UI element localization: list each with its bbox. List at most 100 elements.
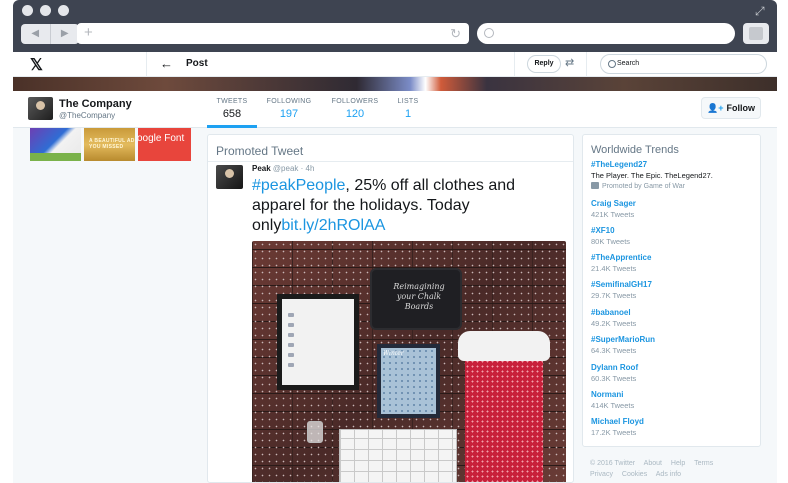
reply-button[interactable]: Reply	[527, 55, 561, 73]
stat-lists[interactable]: LISTS 1	[393, 98, 423, 120]
new-tab-icon[interactable]: +	[84, 25, 93, 41]
tweet-meta: Peak @peak · 4h	[252, 164, 314, 173]
trend-name[interactable]: #TheApprentice	[591, 253, 759, 262]
trend-count: 17.2K Tweets	[591, 428, 637, 437]
trend-description: The Player. The Epic. TheLegend27.	[591, 171, 713, 180]
trend-count: 64.3K Tweets	[591, 346, 637, 355]
trend-item[interactable]: Michael Floyd 17.2K Tweets	[591, 417, 759, 437]
address-bar[interactable]: + ↻	[77, 23, 469, 44]
footer-link[interactable]: © 2016 Twitter	[590, 460, 635, 467]
frame-insert: Winter	[381, 348, 436, 414]
frame-text: Winter	[383, 350, 404, 357]
avatar[interactable]	[28, 97, 53, 120]
stat-label: FOLLOWING	[266, 98, 312, 105]
back-arrow-icon[interactable]: ←	[160, 56, 173, 71]
thumbnail-text: oogle Font	[138, 133, 185, 144]
extension-icon	[749, 27, 763, 40]
trend-name[interactable]: Michael Floyd	[591, 417, 759, 426]
promoted-label: Promoted by Game of War	[602, 183, 685, 190]
trend-promoted: Promoted by Game of War	[591, 182, 759, 190]
christmas-stocking	[458, 331, 550, 482]
page-title: Post	[186, 58, 208, 69]
footer-link[interactable]: Help	[671, 460, 685, 467]
url-link[interactable]: bit.ly/2hROlAA	[281, 217, 385, 234]
browser-forward-button[interactable]: ▶	[51, 24, 80, 44]
reload-icon[interactable]: ↻	[450, 26, 461, 42]
search-input[interactable]: Search	[600, 54, 767, 74]
trend-name[interactable]: #babanoel	[591, 308, 759, 317]
top-bar: 𝕏 ← Post Reply ⇄ Search	[13, 52, 777, 77]
checklist-mark	[288, 323, 294, 327]
media-thumbnail[interactable]	[30, 128, 81, 161]
profile-banner-image	[13, 77, 777, 91]
trend-name[interactable]: Normani	[591, 390, 759, 399]
tweet-author[interactable]: Peak	[252, 164, 271, 173]
trend-name[interactable]: Dylann Roof	[591, 363, 759, 372]
footer-link[interactable]: Terms	[694, 460, 713, 467]
footer-row: © 2016 Twitter About Help Terms	[590, 458, 760, 469]
browser-back-button[interactable]: ◀	[21, 24, 51, 44]
trend-count: 80K Tweets	[591, 237, 631, 246]
footer-link[interactable]: Ads info	[656, 471, 681, 478]
stat-followers[interactable]: FOLLOWERS 120	[327, 98, 383, 120]
hashtag-link[interactable]: #peakPeople	[252, 177, 345, 194]
follow-label: Follow	[726, 103, 755, 113]
stat-tweets[interactable]: TWEETS 658	[207, 98, 257, 120]
stat-label: LISTS	[397, 98, 419, 105]
picture-frame	[277, 294, 359, 390]
tweet-image[interactable]: Reimagining your Chalk Boards Winter	[252, 241, 566, 482]
trend-item[interactable]: #SuperMarioRun 64.3K Tweets	[591, 335, 759, 355]
trend-item[interactable]: #TheApprentice 21.4K Tweets	[591, 253, 759, 273]
footer-link[interactable]: Privacy	[590, 471, 613, 478]
trend-name[interactable]: #SuperMarioRun	[591, 335, 759, 344]
trend-item[interactable]: #babanoel 49.2K Tweets	[591, 308, 759, 328]
divider	[586, 52, 587, 77]
divider	[514, 52, 515, 77]
section-title: Promoted Tweet	[216, 144, 304, 158]
trend-item[interactable]: Normani 414K Tweets	[591, 390, 759, 410]
search-icon	[484, 28, 494, 38]
stat-following[interactable]: FOLLOWING 197	[263, 98, 315, 120]
trend-item[interactable]: #TheLegend27 The Player. The Epic. TheLe…	[591, 160, 759, 190]
stat-label: FOLLOWERS	[331, 98, 379, 105]
trend-item[interactable]: #XF10 80K Tweets	[591, 226, 759, 246]
footer-links: © 2016 Twitter About Help Terms Privacy …	[590, 458, 760, 480]
trend-count: 49.2K Tweets	[591, 319, 637, 328]
trend-name[interactable]: #SemifinalGH17	[591, 280, 759, 289]
trend-item[interactable]: #SemifinalGH17 29.7K Tweets	[591, 280, 759, 300]
trend-name[interactable]: #XF10	[591, 226, 759, 235]
trend-count: 421K Tweets	[591, 210, 635, 219]
trend-name[interactable]: #TheLegend27	[591, 160, 759, 169]
avatar[interactable]	[216, 165, 243, 189]
trend-item[interactable]: Craig Sager 421K Tweets	[591, 199, 759, 219]
follow-button[interactable]: 👤+ Follow	[701, 97, 761, 119]
jar	[307, 421, 323, 443]
profile-name[interactable]: The Company	[59, 98, 132, 110]
extension-button[interactable]	[743, 23, 769, 44]
checklist-mark	[288, 353, 294, 357]
window-minimize-dot[interactable]	[40, 5, 51, 16]
fullscreen-icon[interactable]: ⤢	[755, 4, 765, 19]
footer-link[interactable]: Cookies	[622, 471, 647, 478]
picture-frame: Winter	[377, 344, 440, 418]
window-close-dot[interactable]	[22, 5, 33, 16]
trend-item[interactable]: Dylann Roof 60.3K Tweets	[591, 363, 759, 383]
footer-link[interactable]: About	[644, 460, 662, 467]
window-zoom-dot[interactable]	[58, 5, 69, 16]
stat-value: 658	[222, 108, 242, 120]
trends-panel: Worldwide Trends #TheLegend27 The Player…	[582, 134, 761, 447]
x-logo-icon[interactable]: 𝕏	[30, 55, 43, 75]
stat-label: TWEETS	[216, 98, 248, 105]
browser-search-bar[interactable]	[477, 23, 735, 44]
divider	[208, 161, 573, 162]
settings-tune-icon[interactable]: ⇄	[565, 56, 574, 69]
calendar	[339, 429, 457, 482]
tweet-time[interactable]: 4h	[306, 164, 315, 173]
trend-name[interactable]: Craig Sager	[591, 199, 759, 208]
media-thumbnail[interactable]: oogle Font	[138, 128, 191, 161]
profile-nav: The Company @TheCompany TWEETS 658 FOLLO…	[13, 91, 777, 128]
browser-nav-buttons: ◀ ▶	[21, 24, 79, 44]
media-thumbnail[interactable]: A BEAUTIFUL AD YOU MISSED	[84, 128, 135, 161]
checklist-mark	[288, 333, 294, 337]
thumbnail-text: A BEAUTIFUL AD YOU MISSED	[89, 138, 135, 150]
